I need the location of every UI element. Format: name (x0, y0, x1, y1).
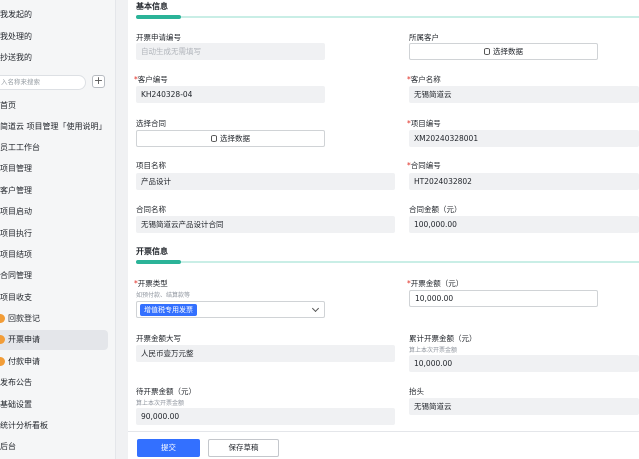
sidebar-item-payment-request[interactable]: 付款申请 (0, 352, 108, 372)
customer-no-field[interactable]: KH240328-04 (136, 86, 325, 103)
sidebar-item-label: 开票申请 (8, 335, 40, 344)
sidebar-item-home[interactable]: 首页 (0, 96, 108, 116)
sidebar-search-input[interactable]: 入名称来搜索 (0, 75, 86, 90)
save-draft-button[interactable]: 保存草稿 (208, 439, 279, 457)
sidebar-item-contracts[interactable]: 合同管理 (0, 266, 108, 286)
invoice-type-hint: 如预付款、结算款等 (136, 292, 191, 299)
circle-icon (0, 335, 5, 344)
sidebar-item-announcements[interactable]: 发布公告 (0, 373, 108, 393)
customer-no-label: *客户编号 (134, 75, 168, 84)
sidebar-item-projects[interactable]: 项目管理 (0, 159, 108, 179)
sidebar-item-project-start[interactable]: 项目启动 (0, 202, 108, 222)
contract-amount-field[interactable]: 100,000.00 (409, 216, 639, 233)
sidebar-item-invoice-request[interactable]: 开票申请 (0, 330, 108, 350)
contract-no-field[interactable]: HT2024032802 (409, 173, 639, 190)
cumulative-amount-hint: 算上本次开票金额 (409, 347, 458, 354)
form-panel: 基本信息 开票申请编号 自动生成无需填写 所属客户 选择数据 *客户编号 KH2… (128, 0, 639, 459)
pending-amount-label: 待开票金额（元） (136, 387, 196, 396)
section-title-basic: 基本信息 (136, 2, 168, 11)
contract-amount-label: 合同金额（元） (409, 205, 462, 214)
contract-no-label: *合同编号 (407, 161, 441, 170)
cumulative-amount-label: 累计开票金额（元） (409, 334, 477, 343)
select-customer-button[interactable]: 选择数据 (409, 43, 598, 60)
pending-amount-hint: 算上本次开票金额 (136, 400, 185, 407)
contract-name-field[interactable]: 无锡简道云产品设计合同 (136, 216, 395, 233)
circle-icon (0, 314, 5, 323)
sidebar-item-payment-record[interactable]: 回款登记 (0, 309, 108, 329)
cumulative-amount-field[interactable]: 10,000.00 (409, 355, 639, 372)
sidebar-item-admin[interactable]: 后台 (0, 437, 108, 457)
project-no-label: *项目编号 (407, 119, 441, 128)
invoice-amount-label: *开票金额（元） (407, 279, 464, 288)
invoice-header-field[interactable]: 无锡简道云 (409, 398, 639, 415)
customer-label: 所属客户 (409, 33, 439, 42)
sidebar-item-dashboard[interactable]: 统计分析看板 (0, 416, 108, 436)
sidebar-item-customers[interactable]: 客户管理 (0, 181, 108, 201)
section-title-invoice: 开票信息 (136, 247, 168, 256)
invoice-type-select[interactable]: 增值税专用发票 (136, 301, 325, 318)
sidebar: 我发起的 我处理的 抄送我的 入名称来搜索 + 首页 简道云 项目管理「使用说明… (0, 0, 116, 459)
form-footer: 提交 保存草稿 (128, 431, 639, 459)
sidebar-item-project-close[interactable]: 项目结项 (0, 245, 108, 265)
submit-button[interactable]: 提交 (137, 439, 200, 457)
sidebar-item-handled[interactable]: 我处理的 (0, 31, 32, 42)
sidebar-item-initiated[interactable]: 我发起的 (0, 9, 32, 20)
project-name-field[interactable]: 产品设计 (136, 173, 395, 190)
database-icon (484, 48, 490, 55)
project-name-label: 项目名称 (136, 161, 166, 170)
pending-amount-field[interactable]: 90,000.00 (136, 408, 395, 425)
amount-upper-label: 开票金额大写 (136, 334, 181, 343)
add-button[interactable]: + (92, 75, 105, 88)
sidebar-item-guide[interactable]: 简道云 项目管理「使用说明」 (0, 117, 108, 137)
amount-upper-field[interactable]: 人民币壹万元整 (136, 345, 395, 362)
sidebar-item-settings[interactable]: 基础设置 (0, 395, 108, 415)
customer-name-field[interactable]: 无锡简道云 (409, 86, 639, 103)
selected-tag: 增值税专用发票 (140, 304, 197, 316)
sidebar-item-label: 付款申请 (8, 357, 40, 366)
project-no-field[interactable]: XM20240328001 (409, 130, 639, 147)
invoice-type-label: *开票类型 (134, 279, 168, 288)
invoice-no-label: 开票申请编号 (136, 33, 181, 42)
select-contract-button[interactable]: 选择数据 (136, 130, 325, 147)
invoice-amount-input[interactable]: 10,000.00 (409, 290, 598, 307)
circle-icon (0, 357, 5, 366)
invoice-header-label: 抬头 (409, 387, 424, 396)
app-root: 我发起的 我处理的 抄送我的 入名称来搜索 + 首页 简道云 项目管理「使用说明… (0, 0, 639, 459)
sidebar-item-workbench[interactable]: 员工工作台 (0, 138, 108, 158)
customer-name-label: *客户名称 (407, 75, 441, 84)
section-divider (136, 260, 639, 264)
chevron-down-icon (311, 304, 320, 313)
sidebar-item-finance[interactable]: 项目收支 (0, 288, 108, 308)
section-divider (136, 15, 639, 19)
contract-select-label: 选择合同 (136, 119, 166, 128)
contract-name-label: 合同名称 (136, 205, 166, 214)
sidebar-item-project-exec[interactable]: 项目执行 (0, 224, 108, 244)
sidebar-item-cc[interactable]: 抄送我的 (0, 52, 32, 63)
invoice-no-field: 自动生成无需填写 (136, 43, 325, 60)
sidebar-item-label: 回款登记 (8, 314, 40, 323)
database-icon (211, 135, 217, 142)
